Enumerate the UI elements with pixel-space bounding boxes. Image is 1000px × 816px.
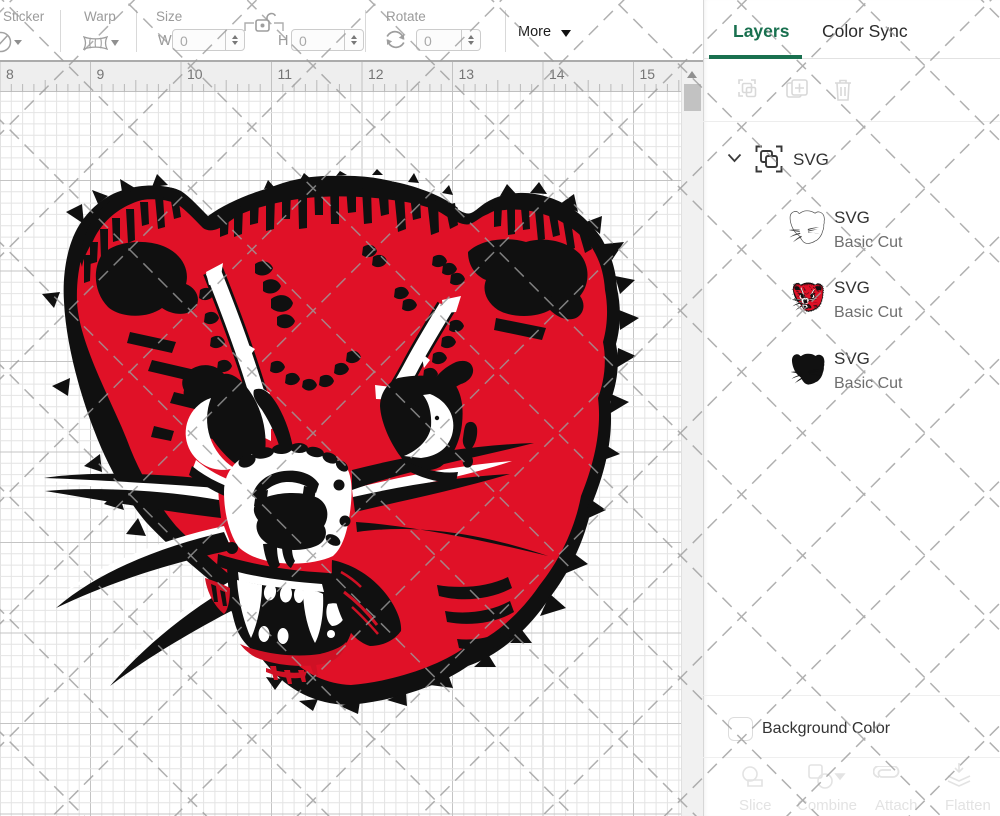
svg-text:14: 14 — [549, 66, 565, 82]
svg-text:10: 10 — [187, 66, 203, 82]
svg-text:15: 15 — [640, 66, 656, 82]
svg-text:9: 9 — [97, 66, 105, 82]
svg-text:8: 8 — [6, 66, 14, 82]
svg-text:12: 12 — [368, 66, 384, 82]
svg-text:13: 13 — [459, 66, 475, 82]
svg-text:11: 11 — [278, 66, 293, 82]
